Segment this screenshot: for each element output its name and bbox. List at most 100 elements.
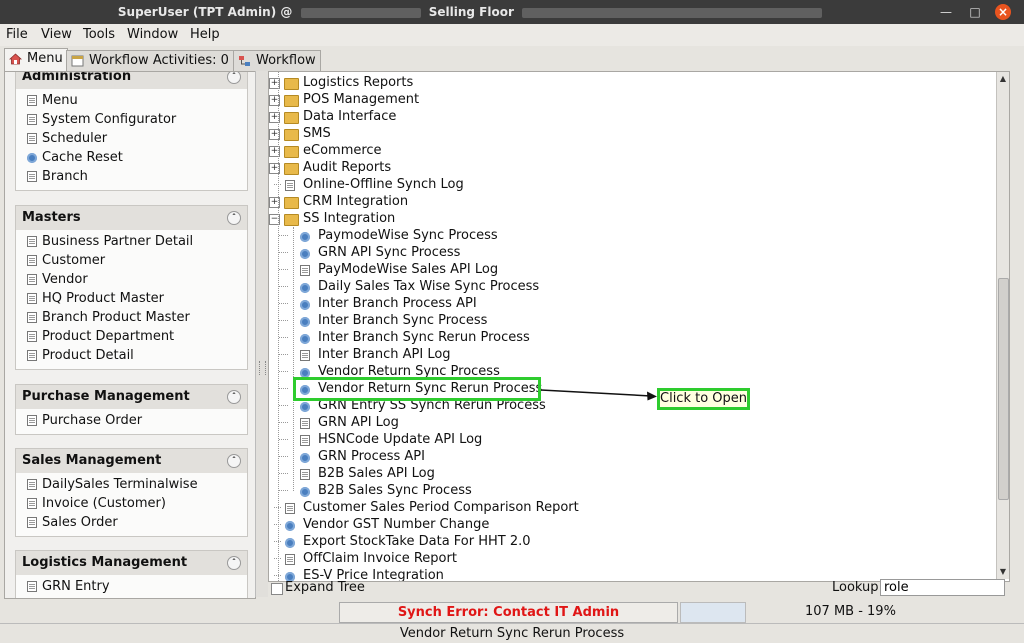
callout-arrow: [541, 389, 657, 401]
tree-footer: Expand Tree Lookup: [268, 579, 1008, 598]
sidebar-item-label: Customer: [42, 253, 106, 268]
tree-node-online-offline-synch-log[interactable]: Online-Offline Synch Log: [269, 176, 464, 193]
sidebar-item-label: Purchase Order: [42, 413, 143, 428]
close-button[interactable]: ×: [995, 4, 1011, 20]
sidebar-item-business-partner-detail[interactable]: Business Partner Detail: [26, 232, 247, 251]
tree-node-inter-branch-process-api[interactable]: Inter Branch Process API: [269, 295, 477, 312]
tree-node-grn-api-log[interactable]: GRN API Log: [269, 414, 399, 431]
tree-connector: [279, 235, 288, 236]
tree-node-inter-branch-sync-rerun-process[interactable]: Inter Branch Sync Rerun Process: [269, 329, 530, 346]
collapse-icon[interactable]: ˆ: [227, 556, 241, 570]
sync-error-button[interactable]: Synch Error: Contact IT Admin: [339, 602, 678, 623]
menu-window[interactable]: Window: [127, 27, 178, 42]
gear-icon: [300, 487, 310, 497]
maximize-button[interactable]: □: [967, 4, 983, 20]
sidebar-item-sales-order[interactable]: Sales Order: [26, 513, 247, 532]
doc-icon: [27, 498, 37, 509]
collapse-icon[interactable]: ˆ: [227, 390, 241, 404]
section-header[interactable]: Masters ˆ: [16, 206, 247, 230]
tree-scrollbar[interactable]: ▲ ▼: [996, 72, 1009, 579]
sidebar-item-invoice-customer[interactable]: Invoice (Customer): [26, 494, 247, 513]
tree-node-label: Customer Sales Period Comparison Report: [283, 500, 579, 515]
tree-node-inter-branch-api-log[interactable]: Inter Branch API Log: [269, 346, 451, 363]
menu-help[interactable]: Help: [190, 27, 220, 42]
sidebar-item-grn-entry[interactable]: GRN Entry: [26, 577, 247, 596]
scroll-down-icon[interactable]: ▼: [998, 567, 1008, 577]
section-header[interactable]: Sales Management ˆ: [16, 449, 247, 473]
sidebar-item-product-department[interactable]: Product Department: [26, 327, 247, 346]
lookup-input[interactable]: [880, 579, 1005, 596]
tab-workflow-label: Workflow: [256, 53, 316, 68]
sidebar-item-menu[interactable]: Menu: [26, 91, 247, 110]
sidebar-item-product-detail[interactable]: Product Detail: [26, 346, 247, 365]
folder-icon: [284, 112, 299, 124]
tree-node-paymodewise-sales-api-log[interactable]: PayModeWise Sales API Log: [269, 261, 498, 278]
sidebar-item-vendor[interactable]: Vendor: [26, 270, 247, 289]
collapse-icon[interactable]: ˆ: [227, 454, 241, 468]
folder-icon: [284, 129, 299, 141]
collapse-icon[interactable]: ˆ: [227, 72, 241, 84]
tree-node-export-stocktake-data-for-hht-2-0[interactable]: Export StockTake Data For HHT 2.0: [269, 533, 531, 550]
sidebar-item-system-configurator[interactable]: System Configurator: [26, 110, 247, 129]
sidebar-item-label: Business Partner Detail: [42, 234, 194, 249]
tree-node-hsncode-update-api-log[interactable]: HSNCode Update API Log: [269, 431, 482, 448]
tree-node-customer-sales-period-comparison-report[interactable]: Customer Sales Period Comparison Report: [269, 499, 579, 516]
sidebar-item-cache-reset[interactable]: Cache Reset: [26, 148, 247, 167]
tree-node-paymodewise-sync-process[interactable]: PaymodeWise Sync Process: [269, 227, 498, 244]
section-header[interactable]: Logistics Management ˆ: [16, 551, 247, 575]
sidebar-item-dailysales-terminalwise[interactable]: DailySales Terminalwise: [26, 475, 247, 494]
tree-node-ecommerce[interactable]: + eCommerce: [269, 142, 382, 159]
sidebar-splitter[interactable]: [255, 71, 268, 597]
sidebar-item-scheduler[interactable]: Scheduler: [26, 129, 247, 148]
splitter-grip[interactable]: [259, 361, 266, 375]
tab-menu[interactable]: Menu: [4, 48, 68, 71]
tree-node-label: Inter Branch Sync Process: [298, 313, 487, 328]
tree-connector: [279, 337, 288, 338]
tree-connector: [279, 439, 288, 440]
sidebar-item-branch-product-master[interactable]: Branch Product Master: [26, 308, 247, 327]
scrollbar-thumb[interactable]: [998, 278, 1009, 500]
doc-icon: [285, 180, 295, 191]
section-title: Administration: [22, 71, 132, 84]
tree-node-b2b-sales-sync-process[interactable]: B2B Sales Sync Process: [269, 482, 472, 499]
tree-node-grn-api-sync-process[interactable]: GRN API Sync Process: [269, 244, 460, 261]
menu-file[interactable]: File: [6, 27, 28, 42]
tree-node-vendor-gst-number-change[interactable]: Vendor GST Number Change: [269, 516, 489, 533]
sidebar-item-label: Vendor: [42, 272, 88, 287]
tab-workflow[interactable]: Workflow: [233, 50, 321, 71]
tree-node-data-interface[interactable]: + Data Interface: [269, 108, 396, 125]
tree-node-label: Daily Sales Tax Wise Sync Process: [298, 279, 539, 294]
sidebar: Administration ˆ Menu System Configurato…: [4, 71, 256, 599]
workflow-icon: [239, 56, 250, 66]
tab-workflow-activities[interactable]: Workflow Activities: 0: [66, 50, 234, 71]
tree-node-daily-sales-tax-wise-sync-process[interactable]: Daily Sales Tax Wise Sync Process: [269, 278, 539, 295]
section-masters: Masters ˆ Business Partner Detail Custom…: [15, 205, 248, 370]
sidebar-item-branch[interactable]: Branch: [26, 167, 247, 186]
sidebar-item-customer[interactable]: Customer: [26, 251, 247, 270]
tree-node-offclaim-invoice-report[interactable]: OffClaim Invoice Report: [269, 550, 457, 567]
expand-tree-label[interactable]: Expand Tree: [285, 580, 365, 596]
scroll-up-icon[interactable]: ▲: [998, 74, 1008, 84]
tree-node-pos-management[interactable]: + POS Management: [269, 91, 419, 108]
tree-node-inter-branch-sync-process[interactable]: Inter Branch Sync Process: [269, 312, 487, 329]
section-title: Masters: [22, 210, 81, 225]
sidebar-item-label: System Configurator: [42, 112, 177, 127]
sidebar-item-label: Scheduler: [42, 131, 108, 146]
sidebar-item-purchase-order[interactable]: Purchase Order: [26, 411, 247, 430]
tree-node-audit-reports[interactable]: + Audit Reports: [269, 159, 391, 176]
tree-node-crm-integration[interactable]: + CRM Integration: [269, 193, 408, 210]
tree-node-logistics-reports[interactable]: + Logistics Reports: [269, 74, 413, 91]
collapse-icon[interactable]: ˆ: [227, 211, 241, 225]
section-header[interactable]: Purchase Management ˆ: [16, 385, 247, 409]
doc-icon: [300, 435, 310, 446]
menu-view[interactable]: View: [41, 27, 72, 42]
tree-connector: [279, 405, 288, 406]
expand-tree-checkbox[interactable]: [271, 583, 283, 595]
sidebar-item-hq-product-master[interactable]: HQ Product Master: [26, 289, 247, 308]
section-header[interactable]: Administration ˆ: [16, 71, 247, 89]
gear-icon: [300, 300, 310, 310]
tree-node-label: SMS: [283, 126, 331, 141]
minimize-button[interactable]: —: [938, 4, 954, 20]
menu-tools[interactable]: Tools: [83, 27, 115, 42]
tree-node-ss-integration[interactable]: − SS Integration: [269, 210, 395, 227]
